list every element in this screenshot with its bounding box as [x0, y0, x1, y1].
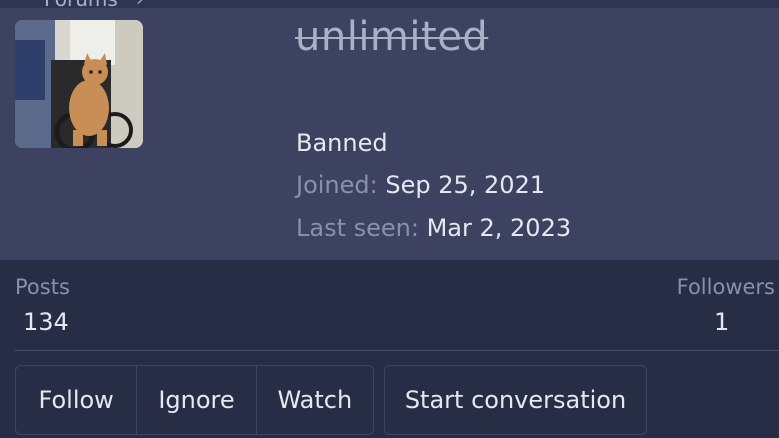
ignore-button[interactable]: Ignore — [136, 366, 255, 434]
joined-value: Sep 25, 2021 — [385, 171, 546, 199]
profile-username: unlimited — [295, 14, 489, 60]
breadcrumb-bar: Forums › — [0, 0, 779, 8]
followers-label: Followers — [676, 275, 775, 299]
followers-count[interactable]: 1 — [714, 308, 729, 336]
breadcrumb[interactable]: Forums › — [44, 0, 144, 8]
posts-count[interactable]: 134 — [23, 308, 69, 336]
last-seen-row: Last seen: Mar 2, 2023 — [296, 214, 571, 242]
profile-action-buttons: Follow Ignore Watch — [15, 365, 374, 435]
avatar[interactable] — [15, 20, 143, 148]
start-conversation-button[interactable]: Start conversation — [384, 365, 647, 435]
chevron-right-icon: › — [136, 0, 144, 8]
posts-label: Posts — [15, 275, 70, 299]
watch-button[interactable]: Watch — [255, 366, 373, 434]
last-seen-label: Last seen: — [296, 214, 419, 242]
last-seen-value[interactable]: Mar 2, 2023 — [427, 214, 572, 242]
joined-row: Joined: Sep 25, 2021 — [296, 171, 545, 199]
user-status-banned: Banned — [296, 129, 388, 157]
follow-button[interactable]: Follow — [16, 366, 136, 434]
breadcrumb-forums-link[interactable]: Forums — [44, 0, 118, 8]
cat-avatar-image — [15, 20, 143, 148]
joined-label: Joined: — [296, 171, 378, 199]
stats-divider — [15, 350, 779, 351]
